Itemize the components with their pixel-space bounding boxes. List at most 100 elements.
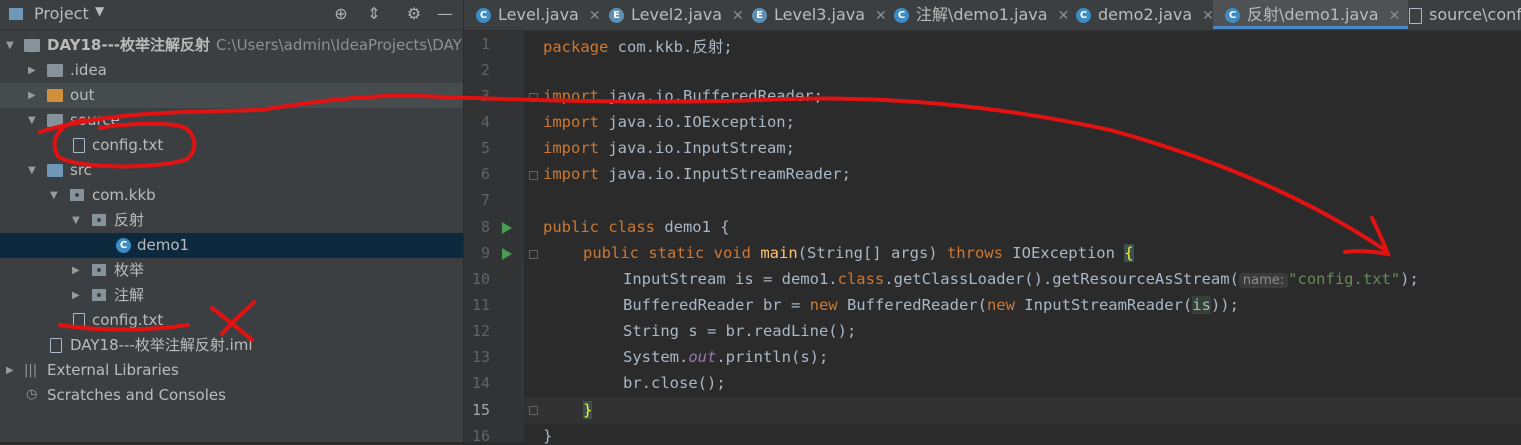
line-number: 1 [480,35,490,53]
close-icon[interactable]: ✕ [589,8,601,24]
tree-item-enum[interactable]: ▶ 枚举 [0,258,463,283]
collapse-arrow-icon[interactable]: ▶ [28,58,40,83]
tab-level2-java[interactable]: E Level2.java ✕ [609,0,744,29]
line-number: 3 [480,87,490,105]
tree-item-idea[interactable]: ▶ .idea [0,58,463,83]
package-icon [92,214,106,226]
fold-icon[interactable] [529,250,538,259]
hide-icon[interactable]: — [436,5,454,23]
code-line-13: System.out.println(s); [623,348,829,366]
source-folder-icon [47,164,63,177]
tree-item-out[interactable]: ▶ out [0,83,463,108]
close-icon[interactable]: ✕ [1058,8,1070,24]
tree-item-label: src [70,161,92,179]
tab-demo2-java[interactable]: Cdemo2.java ✕ [1076,0,1214,29]
collapse-arrow-icon[interactable]: ▶ [72,258,84,283]
tree-item-external-libraries[interactable]: ▶ ||| External Libraries [0,358,463,383]
module-file-icon [50,338,62,353]
tree-item-label: config.txt [92,136,164,154]
expand-arrow-icon[interactable]: ▼ [6,33,18,58]
expand-arrow-icon[interactable]: ▼ [28,158,40,183]
enum-icon: E [752,8,767,23]
close-icon[interactable]: ✕ [875,8,887,24]
editor-tab-bar: C Level.java ✕ E Level2.java ✕ E Level3.java ✕… [464,0,1521,31]
library-icon: ||| [24,363,38,378]
fold-icon[interactable] [529,406,538,415]
tree-item-src-config[interactable]: config.txt [0,308,463,333]
tree-item-reflection[interactable]: ▼ 反射 [0,208,463,233]
project-path: C:\Users\admin\IdeaProjects\DAY [216,36,462,54]
tree-item-com-kkb[interactable]: ▼ com.kkb [0,183,463,208]
tree-item-src[interactable]: ▼ src [0,158,463,183]
package-icon [92,264,106,276]
project-title[interactable]: Project [34,4,89,23]
java-class-icon: C [476,8,491,23]
tab-label: Level2.java [631,5,723,24]
collapse-all-icon[interactable]: ⇕ [365,5,383,23]
code-line-5: import java.io.InputStream; [543,139,795,157]
expand-arrow-icon[interactable]: ▼ [28,108,40,133]
tab-label: 注解\demo1.java [916,5,1048,24]
line-number: 2 [480,61,490,79]
code-line-16: } [543,427,553,445]
tree-item-label: com.kkb [92,186,156,204]
tree-item-source[interactable]: ▼ source [0,108,463,133]
run-class-icon[interactable] [502,222,512,234]
collapse-arrow-icon[interactable]: ▶ [72,283,84,308]
code-line-12: String s = br.readLine(); [623,322,857,340]
code-line-8: public class demo1 { [543,218,730,236]
chevron-down-icon[interactable]: ▼ [95,4,104,18]
line-number: 6 [480,165,490,183]
collapse-arrow-icon[interactable]: ▶ [6,358,18,383]
tree-item-source-config[interactable]: config.txt [0,133,463,158]
module-folder-icon [24,39,40,52]
current-line-highlight [524,398,1521,424]
tree-item-label: out [70,86,95,104]
project-view-icon[interactable] [9,8,23,20]
fold-icon[interactable] [529,93,538,102]
tab-reflection-demo1[interactable]: C 反射\demo1.java ✕ [1213,0,1409,29]
line-number: 10 [471,270,490,288]
tab-level3-java[interactable]: E Level3.java ✕ [752,0,887,29]
enum-icon: E [609,8,624,23]
tree-item-iml[interactable]: DAY18---枚举注解反射.iml [0,333,463,358]
excluded-folder-icon [47,89,63,102]
parameter-hint: name: [1238,273,1289,288]
gear-icon[interactable]: ⚙ [405,5,423,23]
code-line-15: } [583,401,593,419]
tab-label: demo2.java [1098,5,1193,24]
project-panel: Project ▼ ⊕ ⇕ ⚙ — ▼ DAY18---枚举注解反射 C:\Us… [0,0,464,442]
folder-icon [47,114,63,127]
line-number: 5 [480,139,490,157]
tree-item-scratches[interactable]: ◷ Scratches and Consoles [0,383,463,408]
scratches-icon: ◷ [26,387,38,402]
close-icon[interactable]: ✕ [1389,8,1401,24]
tree-item-label: .idea [70,61,107,79]
collapse-arrow-icon[interactable]: ▶ [28,83,40,108]
run-main-icon[interactable] [502,248,512,260]
code-line-11: BufferedReader br = new BufferedReader(n… [623,296,1239,314]
tree-item-label: DAY18---枚举注解反射.iml [70,336,253,354]
tree-item-annotation[interactable]: ▶ 注解 [0,283,463,308]
java-class-icon: C [116,238,131,253]
tree-item-label: 反射 [114,211,145,229]
line-number: 7 [480,191,490,209]
locate-icon[interactable]: ⊕ [332,5,350,23]
fold-icon[interactable] [529,171,538,180]
expand-arrow-icon[interactable]: ▼ [50,183,62,208]
folder-icon [47,64,63,77]
tree-item-project-root[interactable]: ▼ DAY18---枚举注解反射 C:\Users\admin\IdeaProj… [0,33,463,58]
tab-label: Level3.java [774,5,866,24]
tree-item-label: External Libraries [47,361,179,379]
expand-arrow-icon[interactable]: ▼ [72,208,84,233]
tab-level-java[interactable]: C Level.java ✕ [476,0,601,29]
line-number: 13 [471,348,490,366]
tree-item-demo1[interactable]: C demo1 [0,233,463,258]
tree-item-label: source [70,111,120,129]
close-icon[interactable]: ✕ [732,8,744,24]
tab-source-config[interactable]: source\confi [1409,0,1521,29]
code-line-9: public static void main(String[] args) t… [583,244,1134,262]
tab-annotation-demo1[interactable]: C 注解\demo1.java ✕ [894,0,1069,29]
ide-window: Project ▼ ⊕ ⇕ ⚙ — ▼ DAY18---枚举注解反射 C:\Us… [0,0,1521,445]
package-icon [70,189,84,201]
